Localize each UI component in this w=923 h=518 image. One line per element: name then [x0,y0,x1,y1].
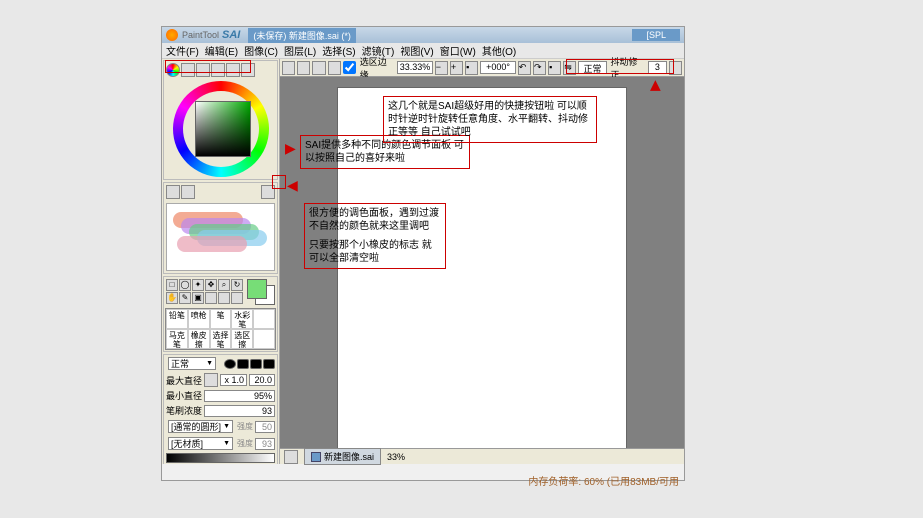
marquee-tool-icon[interactable]: □ [166,279,178,291]
status-bar: 新建图像.sai 33% [280,448,684,464]
max-diameter-label: 最大直径 [166,374,202,387]
bucket-tool-icon[interactable]: ▣ [192,292,204,304]
left-sidebar: □ ◯ ✦ ✥ ⌕ ↻ ✋ ✎ ▣ [162,59,280,464]
scratchpad[interactable] [166,203,275,271]
tip-rough2-icon[interactable] [250,359,262,369]
sizepreset-icon[interactable] [204,373,218,387]
brush-shape-select[interactable]: [通常的圆形]▼ [168,420,233,433]
shape-strength-label: 强度 [237,421,253,432]
tb-btn-3[interactable] [312,61,325,75]
gradient-bar[interactable] [166,453,275,463]
app-name-pt: PaintTool [182,30,219,40]
zoom-tool-icon[interactable]: ⌕ [218,279,230,291]
angle-input[interactable]: +000° [480,61,516,74]
menu-layer[interactable]: 图层(L) [284,43,316,58]
menubar: 文件(F) 编辑(E) 图像(C) 图层(L) 选择(S) 滤镜(T) 视图(V… [162,43,684,59]
shape-strength[interactable]: 50 [255,421,275,433]
sv-box[interactable] [195,101,251,157]
blend-mode-select[interactable]: 正常▼ [168,357,216,370]
move-tool-icon[interactable]: ✥ [205,279,217,291]
menu-window[interactable]: 窗口(W) [440,43,476,58]
menu-other[interactable]: 其他(O) [482,43,516,58]
highlight-toolbar-right [566,59,674,74]
highlight-colormodes [165,60,251,73]
tab-new-icon[interactable] [284,450,298,464]
min-diameter-label: 最小直径 [166,389,202,402]
tb-btn-1[interactable] [282,61,295,75]
annotation-3: 这几个就是SAI超级好用的快捷按钮啦 可以顺时针逆时针旋转任意角度、水平翻转、抖… [383,96,597,143]
brush-texture-select[interactable]: [无材质]▼ [168,437,233,450]
sel-border-checkbox[interactable] [343,61,356,74]
brush-selerase[interactable]: 选区擦 [231,329,253,349]
wand-tool-icon[interactable]: ✦ [192,279,204,291]
brush-empty[interactable] [253,309,275,329]
memory-status: 内存负荷率: 60% (已用83MB/可用 [161,473,685,488]
rotate-tool-icon[interactable]: ↻ [231,279,243,291]
rotate-ccw-icon[interactable]: ↶ [518,61,531,75]
tool-y-icon[interactable] [218,292,230,304]
tb-btn-2[interactable] [297,61,310,75]
arrow-icon: ◀ [287,177,298,194]
document-icon [311,452,321,462]
fg-bg-swatch[interactable] [247,279,275,305]
annotation-2: 很方便的调色面板，遇到过渡不自然的颜色就来这里调吧 只要按那个小橡皮的标志 就可… [304,203,446,269]
menu-edit[interactable]: 编辑(E) [205,43,238,58]
tip-circle-icon[interactable] [224,359,236,369]
color-wheel[interactable] [169,81,273,177]
document-tab[interactable]: 新建图像.sai [304,448,381,465]
min-d-value[interactable]: 95% [204,390,275,402]
max-d-mult[interactable]: x 1.0 [220,374,247,386]
max-d-value[interactable]: 20.0 [249,374,275,386]
menu-view[interactable]: 视图(V) [400,43,433,58]
brush-type-grid: 铅笔 喷枪 笔 水彩笔 马克笔 橡皮擦 选择笔 选区擦 [165,308,276,350]
scratch-tool-1-icon[interactable] [166,185,180,199]
brush-eraser[interactable]: 橡皮擦 [188,329,210,349]
stroke-sample [177,236,247,252]
tex-strength[interactable]: 93 [255,438,275,450]
menu-file[interactable]: 文件(F) [166,43,199,58]
menu-select[interactable]: 选择(S) [322,43,355,58]
titlebar: PaintTool SAI (未保存) 新建图像.sai (*) [SPL [162,27,684,43]
tool-grid: □ ◯ ✦ ✥ ⌕ ↻ ✋ ✎ ▣ [164,277,245,306]
fg-color[interactable] [247,279,267,299]
eyedrop-tool-icon[interactable]: ✎ [179,292,191,304]
tip-rough1-icon[interactable] [237,359,249,369]
tb-btn-4[interactable] [328,61,341,75]
tool-z-icon[interactable] [231,292,243,304]
zoom-input[interactable]: 33.33% [397,61,433,74]
hand-tool-icon[interactable]: ✋ [166,292,178,304]
app-name-sai: SAI [222,29,240,41]
highlight-erasericon [272,175,286,189]
titlebar-right: [SPL [632,29,680,41]
scratch-tool-2-icon[interactable] [181,185,195,199]
document-title: (未保存) 新建图像.sai (*) [248,28,356,43]
lasso-tool-icon[interactable]: ◯ [179,279,191,291]
density-label: 笔刷浓度 [166,404,202,417]
brush-selpen[interactable]: 选择笔 [210,329,232,349]
brush-pencil[interactable]: 铅笔 [166,309,188,329]
brush-brush[interactable]: 笔 [210,309,232,329]
tex-strength-label: 强度 [237,438,253,449]
arrow-icon: ▶ [646,80,663,91]
brush-empty2[interactable] [253,329,275,349]
zoom-in-icon[interactable]: + [450,61,463,75]
app-logo-icon [166,29,178,41]
rotate-cw-icon[interactable]: ↷ [533,61,546,75]
menu-image[interactable]: 图像(C) [244,43,278,58]
brush-watercolor[interactable]: 水彩笔 [231,309,253,329]
zoom-reset-icon[interactable]: ▪ [465,61,478,75]
density-value[interactable]: 93 [204,405,275,417]
tip-rough3-icon[interactable] [263,359,275,369]
tool-x-icon[interactable] [205,292,217,304]
tab-label: 新建图像.sai [324,450,374,463]
rotate-reset-icon[interactable]: ▪ [548,61,561,75]
brush-marker[interactable]: 马克笔 [166,329,188,349]
zoom-out-icon[interactable]: − [435,61,448,75]
arrow-icon: ▶ [285,140,296,157]
brush-airbrush[interactable]: 喷枪 [188,309,210,329]
tab-zoom: 33% [387,452,405,462]
